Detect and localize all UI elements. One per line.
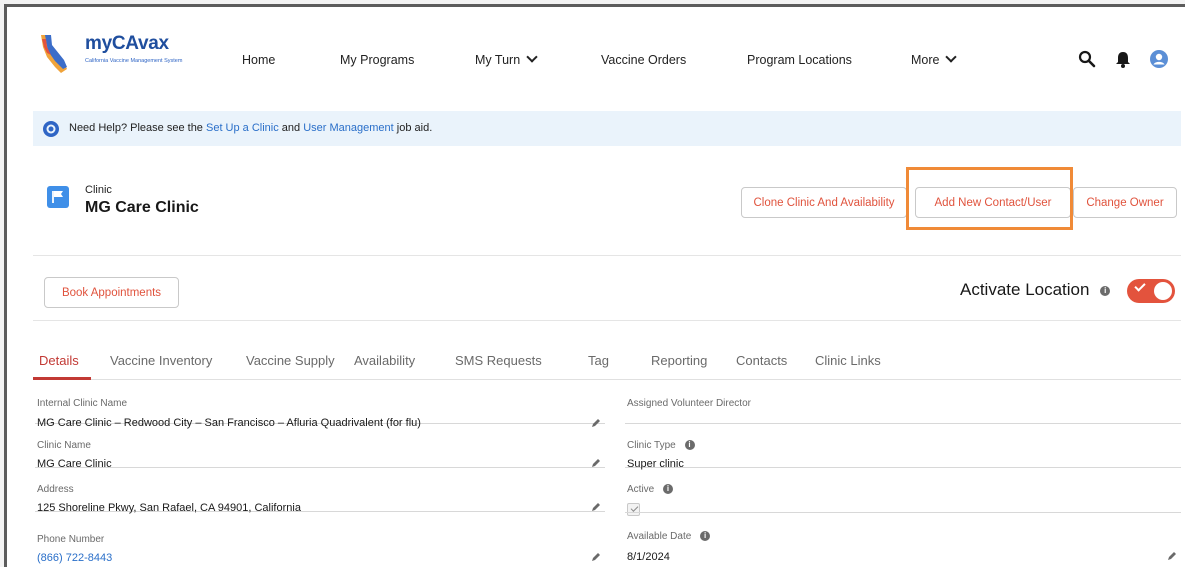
nav-home[interactable]: Home (242, 53, 275, 67)
field-label: Assigned Volunteer Director (627, 398, 751, 409)
activate-location-toggle[interactable] (1127, 279, 1175, 303)
field-label: Available Date (627, 531, 692, 542)
help-suffix: job aid. (393, 122, 433, 134)
pencil-icon[interactable] (591, 502, 601, 512)
app-logo[interactable]: myCAvax California Vaccine Management Sy… (37, 31, 207, 79)
field-address: Address 125 Shoreline Pkwy, San Rafael, … (35, 468, 605, 514)
help-and: and (278, 122, 304, 134)
help-prefix: Need Help? Please see the (69, 122, 206, 134)
pencil-icon[interactable] (591, 552, 601, 562)
tab-contacts[interactable]: Contacts (736, 353, 787, 368)
callout-highlight-box (906, 167, 1073, 230)
check-icon (1134, 280, 1146, 292)
set-up-clinic-link[interactable]: Set Up a Clinic (206, 122, 279, 134)
nav-program-locations[interactable]: Program Locations (747, 53, 852, 67)
field-label: Clinic Name (37, 440, 91, 451)
phone-link[interactable]: (866) 722-8443 (37, 552, 112, 564)
california-logo-icon (41, 35, 67, 73)
field-assigned-volunteer-director: Assigned Volunteer Director (625, 380, 1181, 424)
field-label-wrap: Clinic Type i (627, 440, 695, 451)
action-bar: Book Appointments Activate Location i (33, 255, 1181, 321)
nav-my-turn[interactable]: My Turn (475, 51, 538, 67)
activate-location-text: Activate Location (960, 280, 1090, 299)
chevron-down-icon (526, 51, 538, 63)
field-clinic-type: Clinic Type i Super clinic (625, 424, 1181, 470)
book-appointments-button[interactable]: Book Appointments (44, 277, 179, 308)
user-avatar-icon[interactable] (1149, 49, 1169, 69)
field-label-wrap: Active i (627, 484, 674, 495)
info-icon[interactable]: i (663, 484, 674, 495)
logo-subtitle: California Vaccine Management System (85, 58, 183, 64)
search-icon[interactable] (1077, 49, 1097, 69)
tab-tag[interactable]: Tag (588, 353, 609, 368)
tab-reporting[interactable]: Reporting (651, 353, 707, 368)
toggle-knob (1154, 282, 1172, 300)
user-management-link[interactable]: User Management (303, 122, 394, 134)
app-window: myCAvax California Vaccine Management Sy… (0, 0, 1185, 567)
clone-clinic-button[interactable]: Clone Clinic And Availability (741, 187, 907, 218)
nav-vaccine-orders[interactable]: Vaccine Orders (601, 53, 686, 67)
nav-more[interactable]: More (911, 51, 958, 67)
field-phone-number: Phone Number (866) 722-8443 (35, 512, 605, 564)
nav-my-turn-label: My Turn (475, 53, 521, 67)
page-title: MG Care Clinic (85, 199, 199, 216)
field-active: Active i (625, 468, 1181, 516)
activate-location-label: Activate Location i (960, 280, 1111, 300)
field-clinic-name: Clinic Name MG Care Clinic (35, 424, 605, 470)
pencil-icon[interactable] (1167, 551, 1177, 561)
tab-sms-requests[interactable]: SMS Requests (455, 353, 542, 368)
tab-vaccine-supply[interactable]: Vaccine Supply (246, 353, 335, 368)
top-navigation: myCAvax California Vaccine Management Sy… (7, 7, 1185, 107)
window-frame: myCAvax California Vaccine Management Sy… (4, 4, 1185, 567)
help-text: Need Help? Please see the Set Up a Clini… (69, 122, 432, 134)
life-ring-icon (43, 121, 59, 137)
info-icon[interactable]: i (684, 440, 695, 451)
field-value: 8/1/2024 (627, 551, 670, 563)
help-banner: Need Help? Please see the Set Up a Clini… (33, 111, 1181, 146)
record-tabs: Details Vaccine Inventory Vaccine Supply… (33, 333, 1181, 380)
field-label: Internal Clinic Name (37, 398, 128, 409)
field-label: Active (627, 484, 655, 495)
field-available-date: Available Date i 8/1/2024 (625, 512, 1181, 563)
field-label-wrap: Available Date i (627, 531, 711, 542)
chevron-down-icon (945, 51, 958, 63)
tab-availability[interactable]: Availability (354, 353, 415, 368)
field-label: Address (37, 484, 74, 495)
flag-icon (47, 186, 69, 208)
info-icon[interactable]: i (700, 531, 711, 542)
details-panel: Internal Clinic Name MG Care Clinic – Re… (33, 380, 1181, 567)
field-label: Clinic Type (627, 440, 676, 451)
pencil-icon[interactable] (591, 458, 601, 468)
nav-more-label: More (911, 53, 940, 67)
nav-my-programs[interactable]: My Programs (340, 53, 414, 67)
bell-icon[interactable] (1113, 49, 1133, 69)
tab-clinic-links[interactable]: Clinic Links (815, 353, 881, 368)
tab-details[interactable]: Details (39, 353, 79, 368)
field-internal-clinic-name: Internal Clinic Name MG Care Clinic – Re… (35, 380, 605, 429)
tab-vaccine-inventory[interactable]: Vaccine Inventory (110, 353, 212, 368)
info-icon[interactable]: i (1100, 285, 1111, 296)
record-type-label: Clinic (85, 184, 112, 196)
logo-wordmark: myCAvax (85, 33, 169, 54)
field-label: Phone Number (37, 534, 105, 545)
change-owner-button[interactable]: Change Owner (1073, 187, 1177, 218)
